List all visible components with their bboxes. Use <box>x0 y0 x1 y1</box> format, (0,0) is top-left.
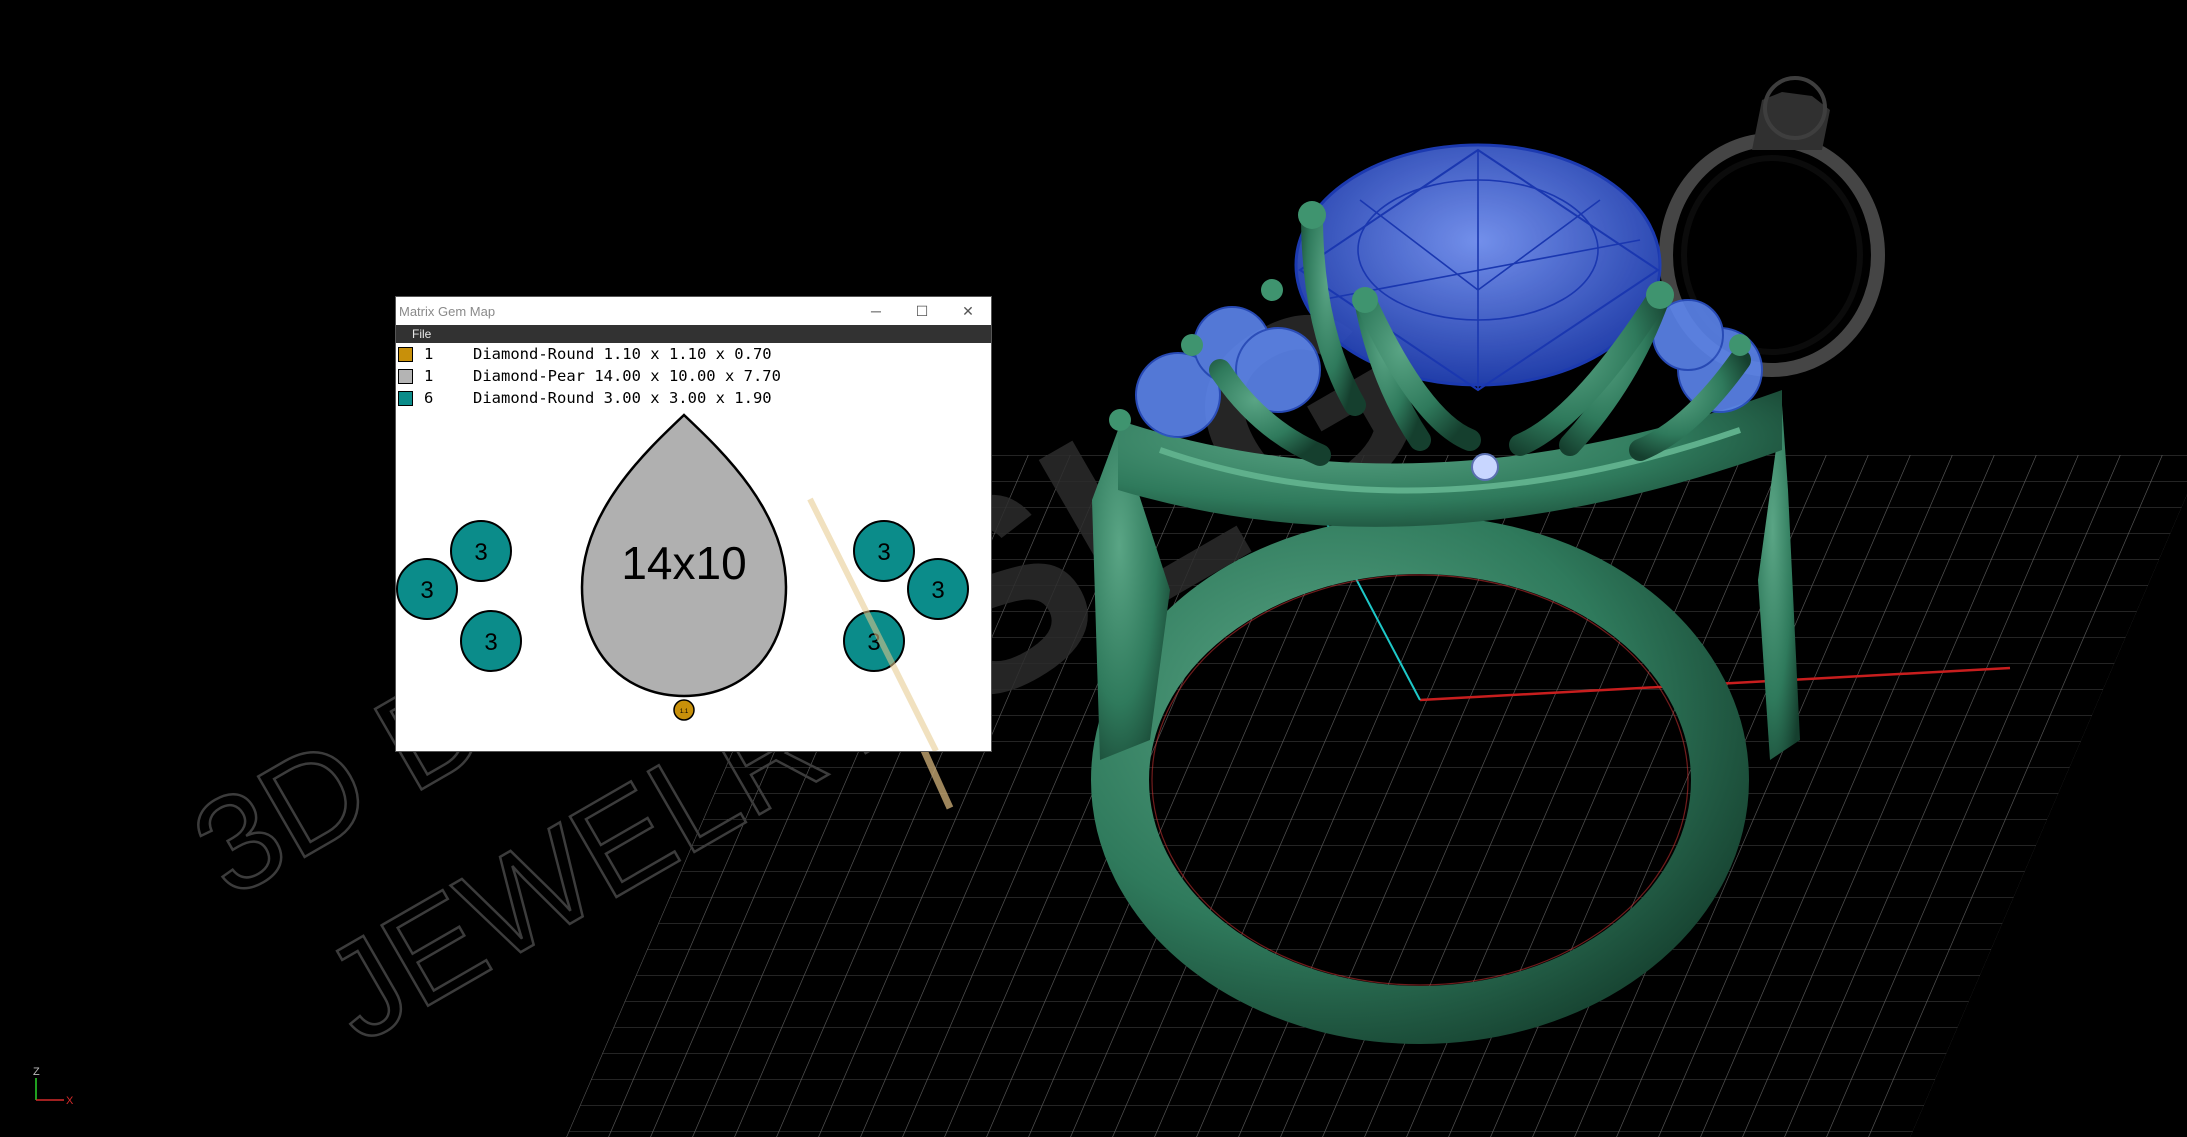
window-title: Matrix Gem Map <box>399 304 496 319</box>
minimize-icon: ─ <box>871 303 881 319</box>
side-stone[interactable]: 3 <box>396 558 458 620</box>
legend-swatch <box>398 369 413 384</box>
axis-x-label: X <box>66 1095 74 1107</box>
window-titlebar[interactable]: Matrix Gem Map ─ ☐ ✕ <box>396 297 991 325</box>
close-button[interactable]: ✕ <box>945 297 991 325</box>
maximize-button[interactable]: ☐ <box>899 297 945 325</box>
legend-row: 1 Diamond-Pear 14.00 x 10.00 x 7.70 <box>396 366 991 388</box>
menu-bar: File <box>396 325 991 343</box>
legend-description: Diamond-Round 1.10 x 1.10 x 0.70 <box>473 345 772 363</box>
legend-row: 1 Diamond-Round 1.10 x 1.10 x 0.70 <box>396 344 991 366</box>
axis-gizmo: Z X <box>33 1066 74 1107</box>
axis-z-label: Z <box>33 1066 40 1078</box>
small-gem-label: 1.1 <box>680 709 689 715</box>
minimize-button[interactable]: ─ <box>853 297 899 325</box>
legend-description: Diamond-Pear 14.00 x 10.00 x 7.70 <box>473 367 781 385</box>
legend-count: 1 <box>424 367 434 385</box>
legend-swatch <box>398 347 413 362</box>
side-stone[interactable]: 3 <box>450 520 512 582</box>
small-round-gem <box>1471 453 1499 481</box>
close-icon: ✕ <box>962 302 974 319</box>
side-stone-label: 3 <box>484 629 497 656</box>
side-stone-label: 3 <box>931 577 944 604</box>
menu-file[interactable]: File <box>412 327 431 341</box>
3d-viewport[interactable]: 3D DESIGN JEWELRY SLG <box>0 0 2187 1137</box>
pear-gem-label: 14x10 <box>621 537 746 589</box>
side-stone[interactable]: 3 <box>843 610 905 672</box>
legend-count: 1 <box>424 345 434 363</box>
gem-map-canvas[interactable]: 14x10 1.1 3 3 3 3 3 3 <box>396 391 991 751</box>
side-stone-label: 3 <box>420 577 433 604</box>
side-stone[interactable]: 3 <box>853 520 915 582</box>
side-stone-label: 3 <box>877 539 890 566</box>
pear-gem[interactable]: 14x10 <box>580 413 788 698</box>
side-stone-label: 3 <box>474 539 487 566</box>
maximize-icon: ☐ <box>915 302 929 319</box>
small-round-gem[interactable]: 1.1 <box>673 699 695 721</box>
gem-map-window[interactable]: Matrix Gem Map ─ ☐ ✕ File 1 Diamond-Roun… <box>396 297 991 751</box>
side-stone[interactable]: 3 <box>907 558 969 620</box>
side-stone[interactable]: 3 <box>460 610 522 672</box>
